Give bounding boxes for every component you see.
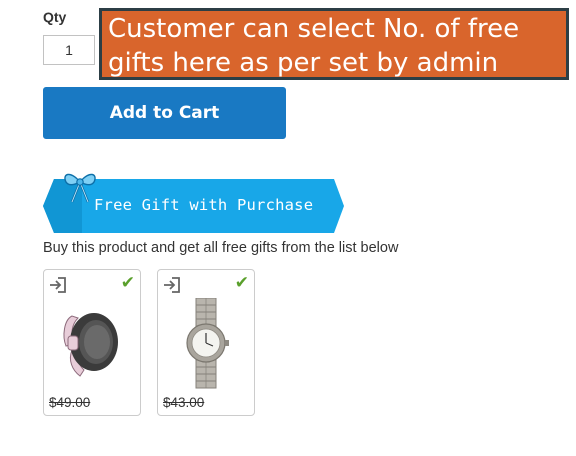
- sport-watch-image: [63, 313, 118, 377]
- qty-label: Qty: [43, 9, 67, 25]
- free-gift-banner: Free Gift with Purchase: [42, 168, 346, 234]
- gift-item[interactable]: ✔ $49.00: [43, 269, 141, 416]
- qty-input[interactable]: [43, 35, 95, 65]
- check-icon: ✔: [120, 273, 135, 292]
- admin-callout: Customer can select No. of free gifts he…: [99, 8, 569, 80]
- gift-price: $49.00: [49, 395, 91, 410]
- steel-watch-image: [186, 298, 229, 389]
- callout-line-2: gifts here as per set by admin: [108, 48, 499, 78]
- callout-line-1: Customer can select No. of free: [108, 14, 520, 44]
- free-gift-description: Buy this product and get all free gifts …: [43, 240, 399, 256]
- banner-title: Free Gift with Purchase: [94, 196, 314, 214]
- check-icon: ✔: [234, 273, 249, 292]
- add-to-cart-button[interactable]: Add to Cart: [43, 87, 286, 139]
- sign-in-icon: [164, 277, 180, 293]
- gift-item[interactable]: ✔ $43.00: [157, 269, 255, 416]
- sign-in-icon: [50, 277, 66, 293]
- gift-price: $43.00: [163, 395, 205, 410]
